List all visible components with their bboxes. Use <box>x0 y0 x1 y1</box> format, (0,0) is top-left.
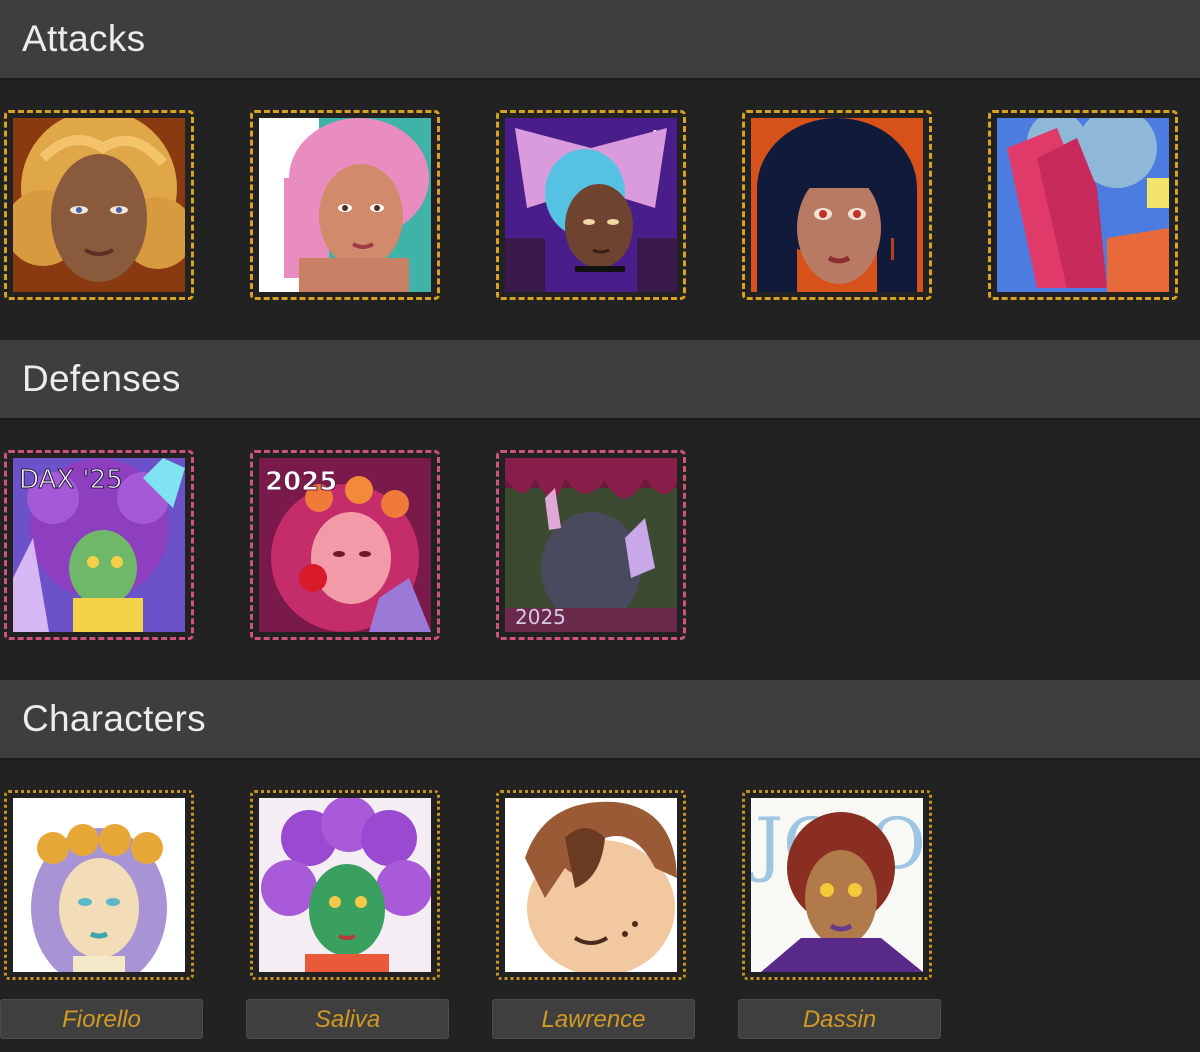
attack-art-hands-over-face <box>997 118 1169 292</box>
defense-art-dax-25: DAX '25 <box>13 458 185 632</box>
attack-thumbnail-1[interactable] <box>4 110 194 300</box>
character-art-fiorello <box>13 798 185 972</box>
character-art-saliva <box>259 798 431 972</box>
character-portrait-saliva[interactable] <box>250 790 440 980</box>
attack-thumbnail-5[interactable] <box>988 110 1178 300</box>
defense-thumbnail-3[interactable]: 2025 <box>496 450 686 640</box>
attack-thumbnail-2[interactable] <box>250 110 440 300</box>
defense-art-2025-roses: 2025 <box>259 458 431 632</box>
character-art-lawrence <box>505 798 677 972</box>
character-name-saliva[interactable]: Saliva <box>246 999 449 1039</box>
attack-thumbnail-3[interactable] <box>496 110 686 300</box>
character-portrait-fiorello[interactable] <box>4 790 194 980</box>
characters-section-title: Characters <box>22 698 206 739</box>
defense-thumbnail-1[interactable]: DAX '25 <box>4 450 194 640</box>
defense-art-caption-1: DAX '25 <box>19 465 123 495</box>
defense-art-2025-crystals: 2025 <box>505 458 677 632</box>
attack-thumbnail-4[interactable] <box>742 110 932 300</box>
attacks-section-header: Attacks <box>0 0 1200 80</box>
character-name-fiorello[interactable]: Fiorello <box>0 999 203 1039</box>
defense-art-caption-3: 2025 <box>515 605 566 629</box>
character-portrait-lawrence[interactable] <box>496 790 686 980</box>
defenses-section-header: Defenses <box>0 340 1200 420</box>
defense-art-caption-2: 2025 <box>265 467 337 497</box>
attack-art-blue-hair-hood <box>505 118 677 292</box>
character-name-lawrence[interactable]: Lawrence <box>492 999 695 1039</box>
attack-art-dark-bangs <box>751 118 923 292</box>
attack-art-blonde-curly-hair <box>13 118 185 292</box>
gallery-page: Attacks Defenses DAX '25 2025 2025 Chara… <box>0 0 1200 1052</box>
attack-art-pink-hair <box>259 118 431 292</box>
character-portrait-dassin[interactable]: JOJO <box>742 790 932 980</box>
character-art-dassin: JOJO <box>751 798 923 972</box>
attacks-section-title: Attacks <box>22 18 146 59</box>
characters-section-header: Characters <box>0 680 1200 760</box>
defense-thumbnail-2[interactable]: 2025 <box>250 450 440 640</box>
character-name-dassin[interactable]: Dassin <box>738 999 941 1039</box>
defenses-section-title: Defenses <box>22 358 181 399</box>
